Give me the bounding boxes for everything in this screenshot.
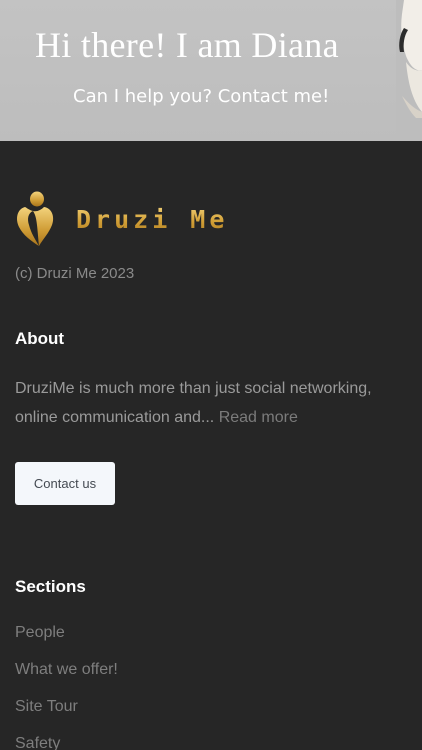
section-link-what-we-offer[interactable]: What we offer!	[15, 661, 118, 698]
read-more-link[interactable]: Read more	[219, 409, 298, 426]
brand-name: Druzi Me	[76, 204, 229, 234]
section-link-safety[interactable]: Safety	[15, 735, 118, 750]
about-description: DruziMe is much more than just social ne…	[15, 374, 407, 432]
promo-banner[interactable]: Hi there! I am Diana Can I help you? Con…	[0, 0, 422, 141]
sections-heading: Sections	[15, 577, 86, 596]
sections-list: People What we offer! Site Tour Safety	[15, 624, 118, 750]
banner-subtitle: Can I help you? Contact me!	[73, 86, 330, 107]
section-link-people[interactable]: People	[15, 624, 118, 661]
copyright-text: (c) Druzi Me 2023	[15, 265, 135, 282]
assistant-photo	[396, 0, 422, 141]
about-text: DruziMe is much more than just social ne…	[15, 380, 372, 426]
page: Hi there! I am Diana Can I help you? Con…	[0, 0, 422, 750]
contact-us-button[interactable]: Contact us	[15, 462, 115, 505]
banner-title: Hi there! I am Diana	[35, 25, 339, 65]
site-footer: Druzi Me (c) Druzi Me 2023 About DruziMe…	[0, 141, 422, 750]
section-link-site-tour[interactable]: Site Tour	[15, 698, 118, 735]
about-heading: About	[15, 329, 65, 348]
heart-person-logo-icon	[17, 191, 54, 246]
brand-logo[interactable]: Druzi Me	[15, 191, 228, 247]
